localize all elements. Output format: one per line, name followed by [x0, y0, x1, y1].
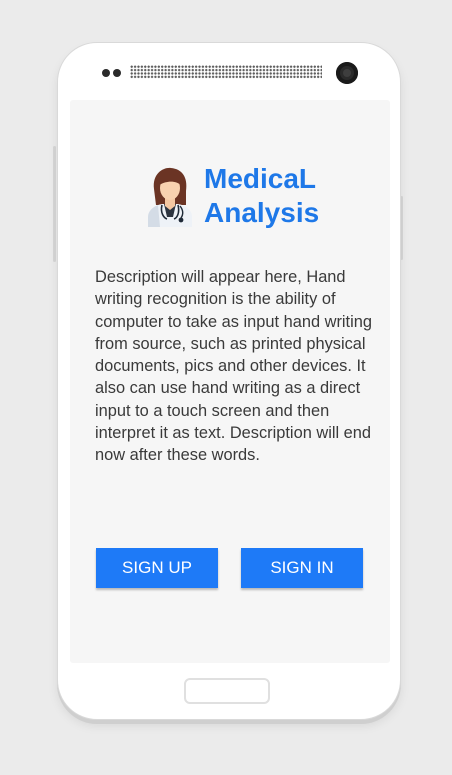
sign-up-button[interactable]: SIGN UP	[96, 548, 218, 588]
front-camera-icon	[336, 62, 358, 84]
app-title-line1: MedicaL	[204, 163, 317, 194]
app-header: MedicaL Analysis	[144, 162, 319, 230]
app-description: Description will appear here, Hand writi…	[95, 268, 372, 465]
speaker-grille	[130, 65, 322, 79]
app-title: MedicaL Analysis	[204, 162, 319, 230]
sensor-dots	[102, 69, 121, 77]
mockup-stage: MedicaL Analysis Description will appear…	[0, 0, 452, 775]
app-screen: MedicaL Analysis Description will appear…	[70, 100, 390, 663]
doctor-avatar-icon	[144, 165, 196, 227]
volume-button	[53, 146, 56, 262]
sign-in-button[interactable]: SIGN IN	[241, 548, 363, 588]
app-title-line2: Analysis	[204, 197, 320, 228]
home-button[interactable]	[184, 678, 270, 704]
